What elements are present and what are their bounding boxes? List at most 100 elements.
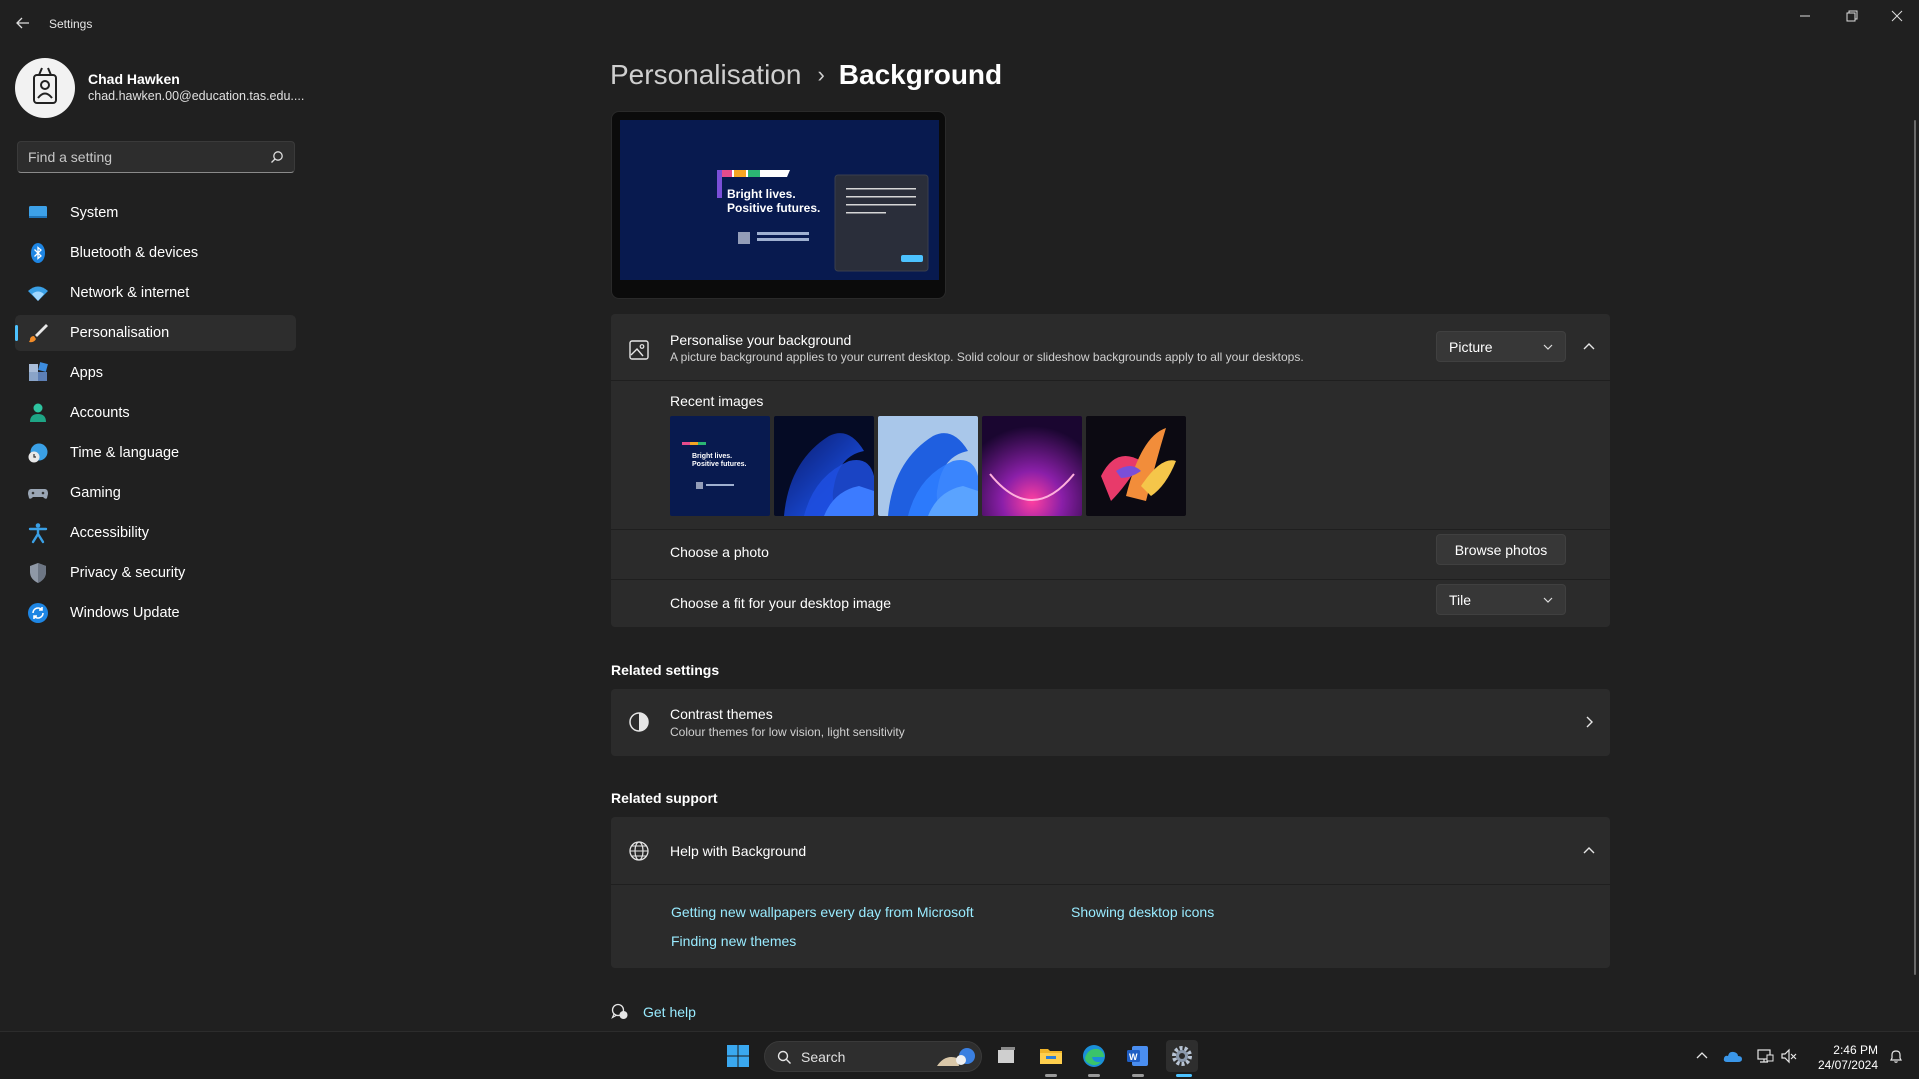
background-description: A picture background applies to your cur… [670,350,1304,364]
sidebar-item-label: Personalisation [70,325,170,341]
preview-line-2: Positive futures. [727,201,820,215]
task-view-button[interactable] [990,1040,1022,1072]
scrollbar[interactable] [1914,120,1916,975]
help-link-wallpapers[interactable]: Getting new wallpapers every day from Mi… [671,904,974,920]
sidebar-item-label: Windows Update [70,605,180,621]
help-link-desktop-icons[interactable]: Showing desktop icons [1071,904,1214,920]
sidebar-item-time-language[interactable]: Time & language [15,435,296,471]
back-button[interactable] [12,12,34,34]
restore-button[interactable] [1831,6,1871,26]
notifications-button[interactable] [1880,1040,1912,1072]
sidebar-item-gaming[interactable]: Gaming [15,475,296,511]
chevron-down-icon [1543,597,1553,603]
recent-image-flow[interactable] [1086,416,1186,516]
settings-search-box[interactable] [17,141,295,173]
fit-dropdown[interactable]: Tile [1436,584,1566,615]
close-icon [1891,10,1903,22]
bluetooth-icon [31,243,45,263]
show-hidden-icons-button[interactable] [1686,1040,1718,1072]
help-link-themes[interactable]: Finding new themes [671,933,796,949]
volume-muted-icon [1781,1048,1797,1064]
contrast-themes-row[interactable]: Contrast themes Colour themes for low vi… [611,689,1610,756]
background-settings-card: Personalise your background A picture ba… [611,314,1610,627]
title-bar: Settings [0,0,1919,48]
svg-text:W: W [1129,1052,1138,1062]
running-indicator [1132,1074,1144,1077]
recent-image-glow[interactable] [982,416,1082,516]
file-explorer-button[interactable] [1035,1040,1067,1072]
help-chat-icon [611,1003,628,1019]
sidebar-item-label: Bluetooth & devices [70,245,199,261]
search-icon[interactable] [270,150,284,164]
sidebar-item-windows-update[interactable]: Windows Update [15,595,296,631]
sidebar-item-label: Gaming [70,485,121,501]
profile-name: Chad Hawken [88,71,180,87]
chevron-up-icon [1696,1052,1708,1059]
divider [611,529,1610,530]
breadcrumb-separator: › [817,62,825,87]
background-type-value: Picture [1449,338,1493,355]
sidebar-nav: System Bluetooth & devices Network & int… [15,195,296,635]
background-title: Personalise your background [670,332,852,348]
breadcrumb: Personalisation › Background [610,55,1002,95]
shield-icon [30,563,46,583]
windows-logo-icon [727,1045,749,1067]
close-button[interactable] [1877,6,1917,26]
taskbar-search[interactable]: Search [764,1041,982,1072]
running-indicator [1088,1074,1100,1077]
sidebar-item-personalisation[interactable]: Personalisation [15,315,296,351]
recent-images-list: Bright lives. Positive futures. [670,416,1186,516]
settings-taskbar-button[interactable] [1166,1040,1198,1072]
sidebar-item-accessibility[interactable]: Accessibility [15,515,296,551]
person-icon [30,403,46,422]
system-icon [29,206,47,218]
edge-button[interactable] [1078,1040,1110,1072]
sidebar-item-system[interactable]: System [15,195,296,231]
badge-avatar-icon [33,67,57,104]
recent-image-bloom-dark[interactable] [774,416,874,516]
clock-time: 2:46 PM [1833,1043,1878,1057]
collapse-background-button[interactable] [1577,335,1601,359]
word-button[interactable]: W [1122,1040,1154,1072]
collapse-help-button[interactable] [1577,839,1601,863]
active-indicator [1176,1074,1192,1077]
sidebar-item-privacy[interactable]: Privacy & security [15,555,296,591]
search-input[interactable] [18,142,258,172]
preview-wallpaper: Bright lives. Positive futures. [620,120,939,280]
breadcrumb-parent[interactable]: Personalisation [610,59,801,91]
volume-tray-button[interactable] [1773,1040,1805,1072]
contrast-themes-description: Colour themes for low vision, light sens… [670,725,905,739]
gamepad-icon [28,489,48,499]
gear-icon [1172,1046,1192,1066]
get-help-link[interactable]: Get help [611,1003,696,1021]
sidebar-item-apps[interactable]: Apps [15,355,296,391]
edge-icon [1083,1045,1105,1067]
wifi-icon [28,286,48,301]
sidebar-item-accounts[interactable]: Accounts [15,395,296,431]
onedrive-button[interactable] [1717,1040,1749,1072]
sidebar-item-label: Time & language [70,445,180,461]
clock[interactable]: 2:46 PM 24/07/2024 [1810,1043,1878,1073]
clock-globe-icon [28,443,48,463]
thumbnail-line-1: Bright lives. [692,453,732,460]
task-view-icon [998,1047,1015,1063]
minimize-button[interactable] [1785,6,1825,26]
taskbar: Search W 2:46 PM 24/07/2024 [0,1031,1919,1079]
background-type-dropdown[interactable]: Picture [1436,331,1566,362]
fit-label: Choose a fit for your desktop image [670,595,892,611]
sidebar-item-network[interactable]: Network & internet [15,275,296,311]
user-profile[interactable]: Chad Hawken chad.hawken.00@education.tas… [15,58,305,120]
chevron-up-icon [1583,343,1595,350]
avatar [15,58,75,118]
sidebar-item-label: Privacy & security [70,565,186,581]
start-button[interactable] [722,1040,754,1072]
sidebar-item-bluetooth[interactable]: Bluetooth & devices [15,235,296,271]
recent-image-bloom-light[interactable] [878,416,978,516]
folder-icon [1040,1049,1062,1064]
divider [611,884,1610,885]
preview-wallpaper-graphic: Bright lives. Positive futures. [620,120,939,280]
brush-icon [29,324,48,343]
contrast-icon [629,712,649,732]
browse-photos-button[interactable]: Browse photos [1436,534,1566,565]
recent-image-education[interactable]: Bright lives. Positive futures. [670,416,770,516]
